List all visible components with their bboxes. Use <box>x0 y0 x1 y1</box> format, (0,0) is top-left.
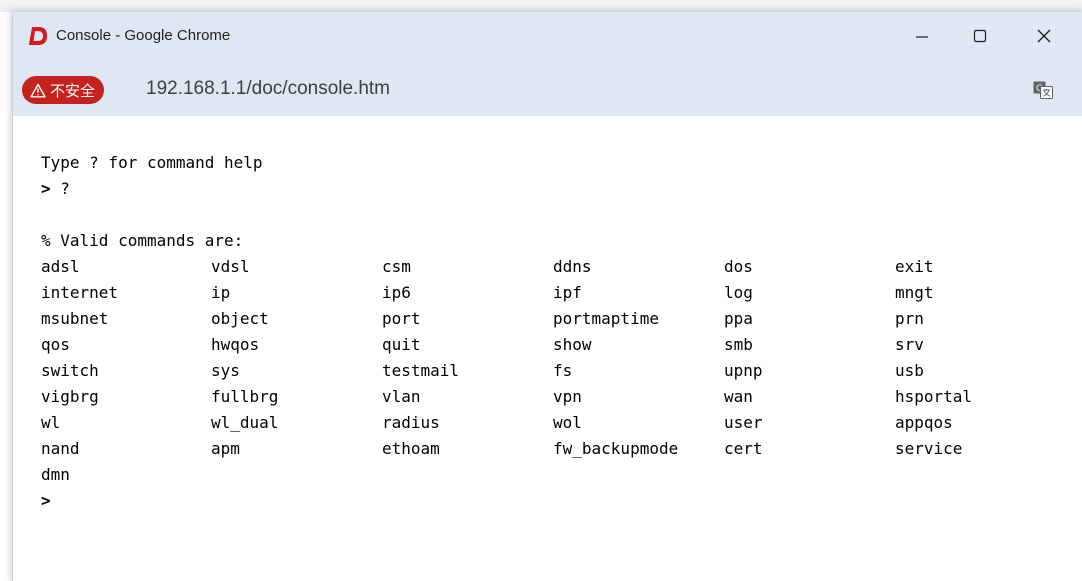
security-indicator-chip[interactable]: 不安全 <box>22 76 105 104</box>
prompt-line: > ? <box>41 176 1015 202</box>
command-item: wol <box>553 413 582 432</box>
command-item: appqos <box>895 413 953 432</box>
command-item: dos <box>724 257 753 276</box>
close-button[interactable] <box>1015 12 1073 60</box>
translate-icon[interactable]: G <box>1033 81 1053 99</box>
security-label: 不安全 <box>50 82 96 100</box>
command-item: user <box>724 413 763 432</box>
command-item: vlan <box>382 387 421 406</box>
command-row: nand apm ethoam fw_backupmode cert servi… <box>41 436 1015 462</box>
command-row: adsl vdsl csm ddns dos exit <box>41 254 1015 280</box>
command-row: qos hwqos quit show smb srv <box>41 332 1015 358</box>
command-row: vigbrg fullbrg vlan vpn wan hsportal <box>41 384 1015 410</box>
command-item: mngt <box>895 283 934 302</box>
command-item: fullbrg <box>211 387 279 406</box>
command-item: ip6 <box>382 283 411 302</box>
command-item <box>553 462 724 488</box>
command-item: usb <box>895 361 924 380</box>
command-item: ipf <box>553 283 582 302</box>
command-item: qos <box>41 335 70 354</box>
close-icon <box>1037 29 1051 43</box>
command-row: internet ip ip6 ipf log mngt <box>41 280 1015 306</box>
command-item: show <box>553 335 592 354</box>
command-item: wl <box>41 413 61 432</box>
page-content: Type ? for command help > ? % Valid comm… <box>13 116 1082 581</box>
command-item: sys <box>211 361 240 380</box>
command-item <box>895 462 1015 488</box>
warning-triangle-icon <box>30 83 46 97</box>
prompt-symbol: > <box>41 491 51 510</box>
command-item: ddns <box>553 257 592 276</box>
console-output: Type ? for command help > ? % Valid comm… <box>41 150 1015 514</box>
minimize-button[interactable] <box>893 12 951 60</box>
url-field[interactable]: 192.168.1.1/doc/console.htm <box>146 78 390 100</box>
command-item: vigbrg <box>41 387 99 406</box>
command-item: vpn <box>553 387 582 406</box>
command-item: exit <box>895 257 934 276</box>
command-item: msubnet <box>41 309 109 328</box>
command-item <box>724 462 895 488</box>
command-item: quit <box>382 335 421 354</box>
command-item: upnp <box>724 361 763 380</box>
command-item: log <box>724 283 753 302</box>
command-item: switch <box>41 361 99 380</box>
command-row: msubnet object port portmaptime ppa prn <box>41 306 1015 332</box>
command-item: hsportal <box>895 387 973 406</box>
command-item: vdsl <box>211 257 250 276</box>
command-item: port <box>382 309 421 328</box>
command-item: srv <box>895 335 924 354</box>
typed-command: ? <box>60 179 70 198</box>
command-item: dmn <box>41 465 70 484</box>
command-item: object <box>211 309 269 328</box>
help-line: Type ? for command help <box>41 153 263 172</box>
address-bar: 不安全 192.168.1.1/doc/console.htm G <box>13 62 1082 116</box>
command-row: switch sys testmail fs upnp usb <box>41 358 1015 384</box>
command-row: dmn <box>41 462 1015 488</box>
command-item <box>211 462 382 488</box>
command-item: service <box>895 439 963 458</box>
command-item: wan <box>724 387 753 406</box>
console-input-line[interactable]: > <box>41 488 1015 514</box>
command-item: prn <box>895 309 924 328</box>
window-title: Console - Google Chrome <box>56 27 231 44</box>
draytek-logo-icon <box>29 27 47 45</box>
command-item: internet <box>41 283 119 302</box>
maximize-icon <box>973 29 987 43</box>
background-desktop-strip <box>0 0 1082 12</box>
command-item: testmail <box>382 361 460 380</box>
command-row: wl wl_dual radius wol user appqos <box>41 410 1015 436</box>
command-item: adsl <box>41 257 80 276</box>
valid-commands-header: % Valid commands are: <box>41 231 244 250</box>
command-item: hwqos <box>211 335 260 354</box>
browser-window: Console - Google Chrome 不安全 192.168.1.1/… <box>12 12 1082 581</box>
title-bar: Console - Google Chrome <box>13 12 1082 62</box>
maximize-button[interactable] <box>951 12 1009 60</box>
command-item <box>382 462 553 488</box>
command-item: nand <box>41 439 80 458</box>
command-item: cert <box>724 439 763 458</box>
command-item: fs <box>553 361 573 380</box>
command-item: ethoam <box>382 439 440 458</box>
command-item: apm <box>211 439 240 458</box>
command-item: radius <box>382 413 440 432</box>
command-item: ip <box>211 283 231 302</box>
command-item: wl_dual <box>211 413 279 432</box>
prompt-symbol: > <box>41 179 51 198</box>
minimize-icon <box>916 36 928 38</box>
command-item: smb <box>724 335 753 354</box>
command-item: fw_backupmode <box>553 439 679 458</box>
command-item: portmaptime <box>553 309 659 328</box>
command-item: csm <box>382 257 411 276</box>
command-item: ppa <box>724 309 753 328</box>
